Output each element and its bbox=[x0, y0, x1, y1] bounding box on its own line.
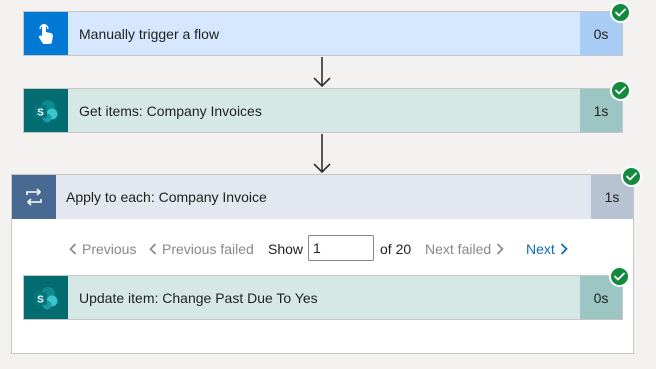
trigger-title: Manually trigger a flow bbox=[79, 25, 220, 42]
loop-icon bbox=[26, 188, 42, 206]
previous-button[interactable]: Previous bbox=[69, 235, 136, 263]
page-number-input[interactable] bbox=[308, 235, 374, 261]
sharepoint-icon: S bbox=[34, 286, 58, 309]
svg-text:S: S bbox=[37, 294, 44, 305]
iteration-pager: Previous Previous failed Show of 20 Next… bbox=[12, 235, 633, 263]
previous-failed-button[interactable]: Previous failed bbox=[149, 235, 254, 263]
apply-to-each-container: Apply to each: Company Invoice 1s Previo… bbox=[11, 174, 634, 354]
previous-failed-label: Previous failed bbox=[162, 241, 254, 257]
trigger-card[interactable]: Manually trigger a flow 0s bbox=[23, 11, 623, 56]
previous-label: Previous bbox=[82, 241, 137, 257]
next-failed-button[interactable]: Next failed bbox=[425, 235, 504, 263]
apply-to-each-icon-box bbox=[12, 175, 56, 219]
update-item-icon-box: S bbox=[24, 276, 68, 319]
success-check-icon bbox=[621, 166, 642, 187]
flow-arrow-icon bbox=[313, 57, 331, 88]
next-button[interactable]: Next bbox=[526, 235, 568, 263]
next-failed-label: Next failed bbox=[425, 241, 492, 257]
apply-to-each-title: Apply to each: Company Invoice bbox=[66, 189, 267, 205]
success-check-icon bbox=[609, 266, 630, 287]
get-items-title: Get items: Company Invoices bbox=[79, 102, 262, 119]
chevron-left-icon bbox=[69, 243, 77, 255]
trigger-icon-box bbox=[24, 12, 68, 55]
success-check-icon bbox=[610, 2, 631, 23]
update-item-title: Update item: Change Past Due To Yes bbox=[79, 289, 318, 306]
get-items-card[interactable]: S Get items: Company Invoices 1s bbox=[23, 88, 623, 133]
apply-to-each-header[interactable]: Apply to each: Company Invoice 1s bbox=[12, 175, 633, 219]
success-check-icon bbox=[610, 80, 631, 101]
page-count-label: of 20 bbox=[380, 241, 412, 257]
chevron-left-icon bbox=[149, 243, 157, 255]
chevron-right-icon bbox=[496, 243, 504, 255]
sharepoint-icon: S bbox=[34, 99, 58, 122]
flow-arrow-icon bbox=[313, 134, 331, 174]
update-item-card[interactable]: S Update item: Change Past Due To Yes 0s bbox=[23, 275, 623, 320]
get-items-icon-box: S bbox=[24, 89, 68, 132]
chevron-right-icon bbox=[560, 243, 568, 255]
svg-text:S: S bbox=[37, 107, 44, 118]
show-label: Show bbox=[268, 241, 304, 257]
touch-hand-icon bbox=[38, 23, 53, 44]
next-label: Next bbox=[526, 241, 555, 257]
